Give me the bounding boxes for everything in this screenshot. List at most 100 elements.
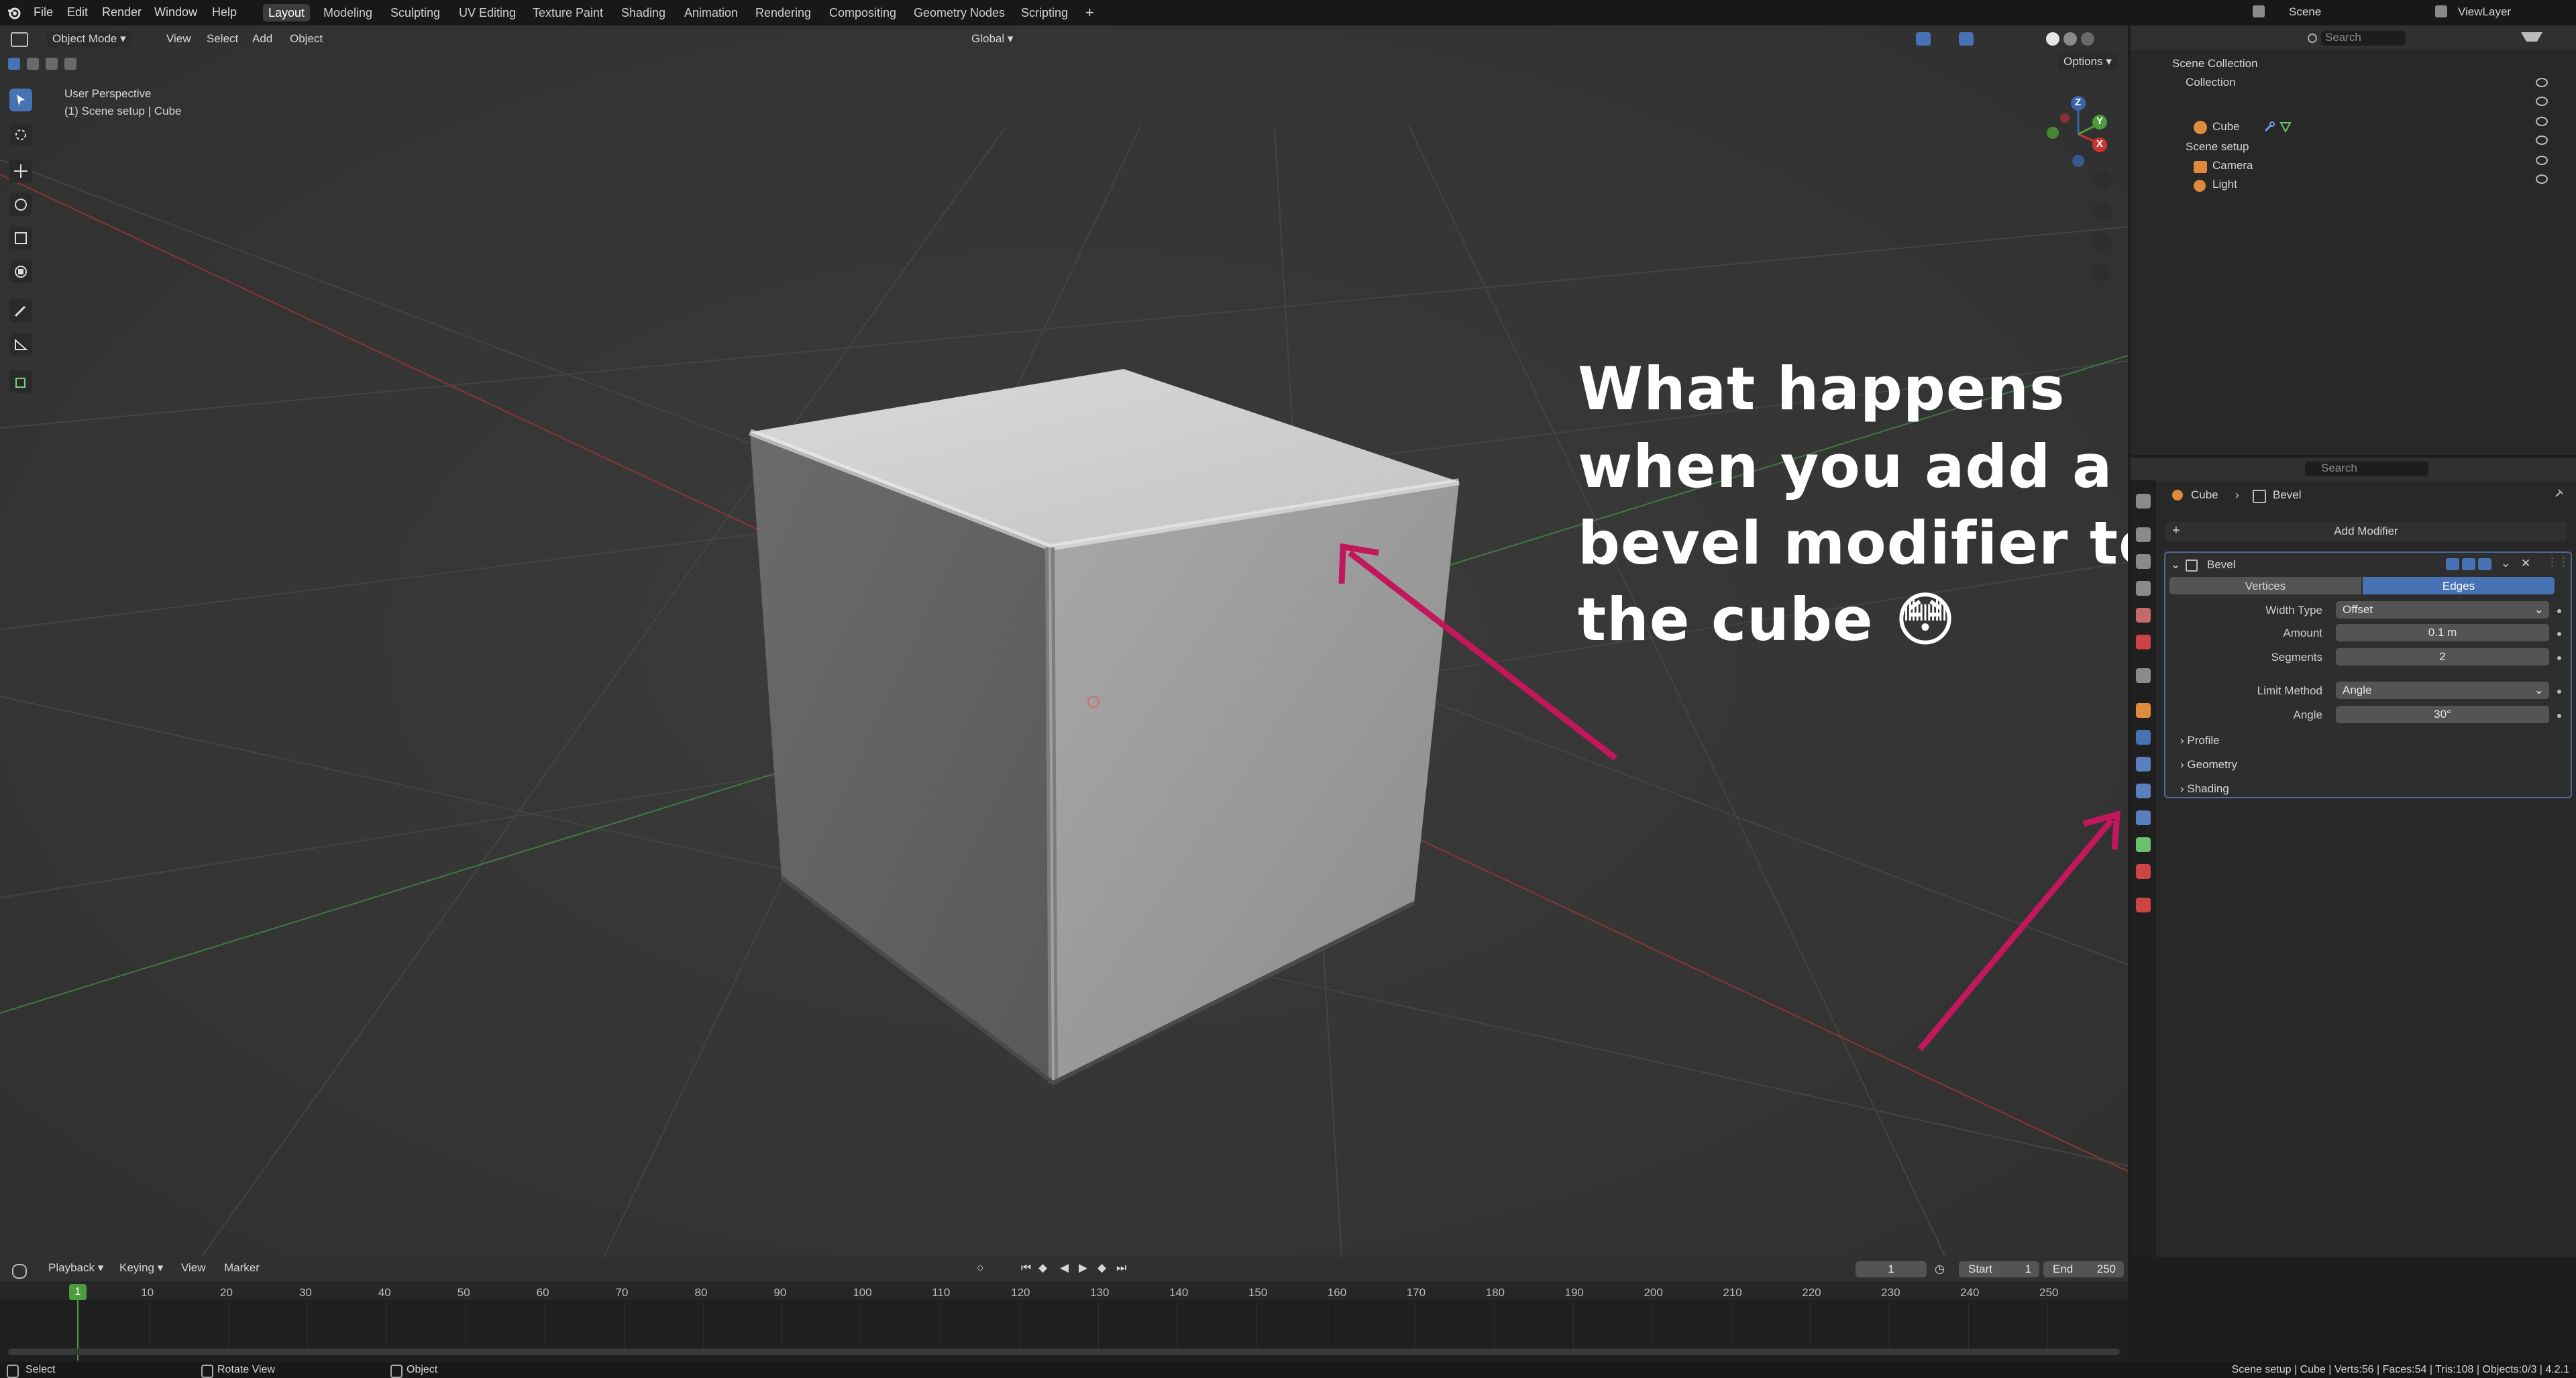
annotate-tool-icon[interactable] (9, 299, 32, 322)
collection-tab-icon[interactable] (2136, 668, 2151, 683)
menu-object[interactable]: Object (284, 31, 328, 47)
menu-view[interactable]: View (161, 31, 197, 47)
menu-select[interactable]: Select (201, 31, 244, 47)
modifiers-tab-icon[interactable] (2136, 730, 2151, 745)
camera-view-icon[interactable] (2093, 232, 2112, 251)
play-icon[interactable]: ▶ (1079, 1261, 1087, 1275)
jump-end-icon[interactable]: ⏭ (1116, 1261, 1126, 1275)
tab-geometry-nodes[interactable]: Geometry Nodes (908, 4, 1010, 21)
start-frame-field[interactable]: Start 1 (1959, 1261, 2039, 1277)
object-mode-dropdown[interactable]: Object Mode ▾ (47, 31, 131, 47)
affect-vertices-tab[interactable]: Vertices (2169, 577, 2361, 594)
timeline-view-menu[interactable]: View (176, 1260, 211, 1276)
transform-tool-icon[interactable] (9, 260, 32, 283)
amount-field[interactable]: 0.1 m (2336, 624, 2549, 641)
tab-modeling[interactable]: Modeling (318, 4, 378, 21)
object-tab-icon[interactable] (2136, 703, 2151, 718)
drag-handle-icon[interactable]: ⋮⋮ (2546, 555, 2569, 569)
remove-modifier-icon[interactable]: ✕ (2521, 557, 2530, 570)
visibility-eye-icon[interactable] (2536, 136, 2548, 145)
menu-edit[interactable]: Edit (67, 5, 88, 19)
selection-mode-buttons[interactable] (8, 56, 99, 71)
constraints-tab-icon[interactable] (2136, 810, 2151, 825)
mesh-data-icon[interactable] (2279, 121, 2292, 134)
keyframe-dot-icon[interactable] (2557, 714, 2561, 718)
visibility-eye-icon[interactable] (2536, 78, 2548, 87)
outliner-item-cube[interactable]: Cube (2212, 118, 2240, 136)
visibility-eye-icon[interactable] (2536, 156, 2548, 165)
keyframe-dot-icon[interactable] (2557, 690, 2561, 694)
select-subtract-icon[interactable] (46, 58, 58, 70)
select-tool-icon[interactable] (9, 89, 32, 111)
tool-tab-icon[interactable] (2136, 494, 2151, 509)
overlay-toggle-icon[interactable] (1959, 32, 1974, 46)
current-frame-indicator[interactable]: 1 (69, 1284, 87, 1300)
properties-search-input[interactable]: Search (2305, 462, 2428, 476)
visibility-eye-icon[interactable] (2536, 97, 2548, 106)
keyframe-dot-icon[interactable] (2557, 609, 2561, 613)
panel-collapse-icon[interactable]: ⌄ (2171, 558, 2180, 572)
move-tool-icon[interactable] (9, 160, 32, 182)
current-frame-field[interactable]: 1 (1856, 1261, 1927, 1277)
keying-menu[interactable]: Keying ▾ (114, 1260, 168, 1276)
view-layer-icon[interactable] (2435, 5, 2447, 17)
scene-selector[interactable]: Scene (2289, 5, 2321, 19)
subpanel-shading[interactable]: › Shading (2180, 782, 2229, 796)
scene-icon[interactable] (2253, 5, 2265, 17)
select-extend-icon[interactable] (27, 58, 39, 70)
texture-tab-icon[interactable] (2136, 898, 2151, 912)
outliner-item-camera[interactable]: Camera (2212, 157, 2253, 174)
ortho-grid-icon[interactable] (2093, 263, 2112, 282)
timeline-scrollbar[interactable] (8, 1348, 2120, 1355)
options-dropdown[interactable]: Options ▾ (2058, 54, 2117, 70)
shading-solid-icon[interactable] (2046, 32, 2059, 46)
scene-tab-icon[interactable] (2136, 608, 2151, 623)
timeline-editor-icon[interactable] (12, 1264, 27, 1279)
outliner-item-scene-setup[interactable]: Scene setup (2186, 138, 2249, 156)
rotate-tool-icon[interactable] (9, 193, 32, 216)
outliner-item-light[interactable]: Light (2212, 176, 2237, 193)
navigation-gizmo[interactable]: Z X Y (2039, 87, 2120, 168)
tab-scripting[interactable]: Scripting (1016, 4, 1073, 21)
tab-compositing[interactable]: Compositing (824, 4, 902, 21)
keyframe-dot-icon[interactable] (2557, 656, 2561, 660)
add-modifier-button[interactable]: + Add Modifier (2165, 522, 2567, 541)
tab-shading[interactable]: Shading (616, 4, 671, 21)
end-frame-field[interactable]: End 250 (2043, 1261, 2124, 1277)
outliner-root[interactable]: Scene Collection (2172, 55, 2258, 72)
segments-field[interactable]: 2 (2336, 648, 2549, 666)
physics-tab-icon[interactable] (2136, 784, 2151, 798)
menu-help[interactable]: Help (212, 5, 237, 19)
tab-animation[interactable]: Animation (679, 4, 743, 21)
filter-icon[interactable] (2521, 32, 2542, 52)
3d-viewport[interactable]: Z X Y What happens when you add a bevel … (0, 25, 2128, 1257)
select-box-icon[interactable] (8, 58, 20, 70)
measure-tool-icon[interactable] (9, 333, 32, 356)
subpanel-geometry[interactable]: › Geometry (2180, 758, 2237, 772)
limit-method-dropdown[interactable]: Angle ⌄ (2336, 682, 2549, 699)
outliner-search-input[interactable]: Search (2321, 31, 2406, 46)
add-cube-tool-icon[interactable] (9, 370, 32, 393)
prev-keyframe-icon[interactable]: ◆ (1038, 1261, 1047, 1275)
keyframe-dot-icon[interactable] (2557, 632, 2561, 636)
pin-icon[interactable] (2555, 488, 2564, 498)
world-tab-icon[interactable] (2136, 635, 2151, 649)
timeline-marker-menu[interactable]: Marker (219, 1260, 265, 1276)
select-intersect-icon[interactable] (64, 58, 76, 70)
angle-field[interactable]: 30° (2336, 706, 2549, 723)
particles-tab-icon[interactable] (2136, 757, 2151, 772)
add-workspace-icon[interactable]: + (1080, 4, 1099, 21)
modifier-dropdown-icon[interactable]: ⌄ (2501, 557, 2510, 570)
shading-rendered-icon[interactable] (2081, 32, 2094, 46)
width-type-dropdown[interactable]: Offset ⌄ (2336, 601, 2549, 619)
data-tab-icon[interactable] (2136, 837, 2151, 852)
transform-orientation-dropdown[interactable]: Global ▾ (966, 31, 1018, 47)
pan-hand-icon[interactable] (2093, 201, 2112, 220)
gizmo-toggle-icon[interactable] (1916, 32, 1931, 46)
outliner-item-collection[interactable]: Collection (2186, 74, 2236, 91)
affect-edges-tab[interactable]: Edges (2363, 577, 2555, 594)
tab-rendering[interactable]: Rendering (750, 4, 816, 21)
modifier-wrench-icon[interactable] (2263, 121, 2275, 133)
view-layer-selector[interactable]: ViewLayer (2458, 5, 2511, 19)
play-reverse-icon[interactable]: ◀ (1060, 1261, 1069, 1275)
